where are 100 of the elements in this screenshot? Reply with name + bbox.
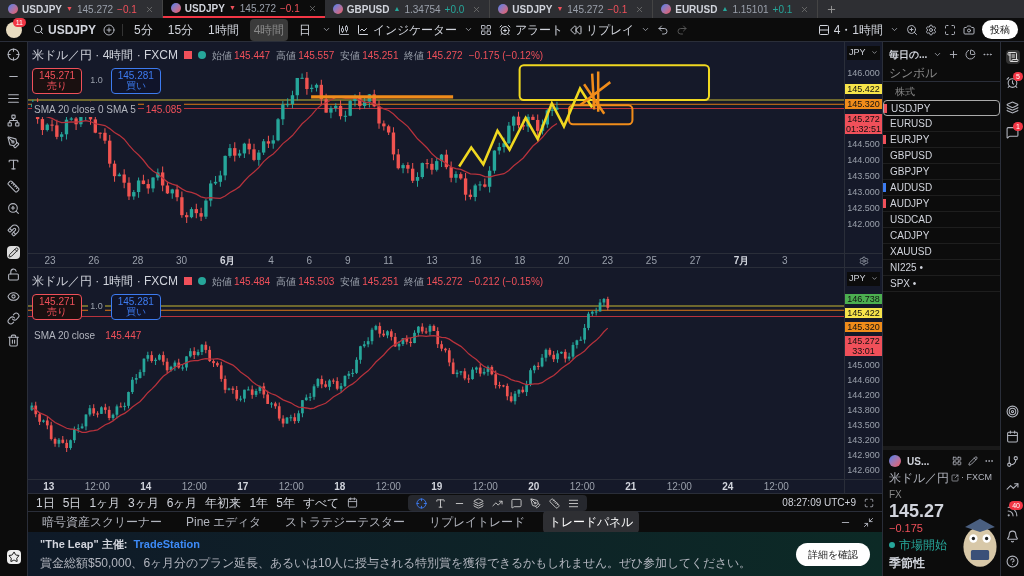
tab-price: 145.272 bbox=[239, 1, 276, 16]
post-button[interactable]: 投稿 bbox=[982, 20, 1018, 39]
section-header[interactable]: 株式 bbox=[883, 82, 1000, 100]
panel-tab[interactable]: Pine エディタ bbox=[180, 511, 268, 533]
price-tag: 145.422 bbox=[845, 307, 882, 318]
indicator-label: SMA 20 close 0 SMA 5 bbox=[32, 102, 138, 117]
watchlist-row[interactable]: EURJPY bbox=[883, 132, 1000, 148]
symbol-name: US... bbox=[907, 454, 930, 469]
ohlc-label: 終値 bbox=[404, 274, 425, 289]
panel-tab[interactable]: ストラテジーテスター bbox=[279, 511, 412, 533]
details-button[interactable]: 詳細を確認 bbox=[796, 542, 870, 566]
buy-button[interactable]: 145.281 買い bbox=[110, 68, 161, 94]
tab-price: 1.34754 bbox=[404, 2, 441, 17]
layout-button[interactable]: 4・1時間 bbox=[817, 20, 883, 39]
price-tag: 145.272 33:01 bbox=[845, 335, 882, 356]
ohlc-value: 145.272 bbox=[426, 48, 463, 63]
ohlc-value: 145.557 bbox=[298, 48, 335, 63]
date-axis-label: 18 bbox=[334, 481, 346, 492]
date-axis-label: 27 bbox=[689, 255, 701, 266]
interval-button[interactable]: 1時間 bbox=[204, 18, 243, 41]
panel-tab[interactable]: トレードパネル bbox=[543, 511, 640, 533]
date-axis-label: 12:00 bbox=[375, 481, 401, 492]
interval-button[interactable]: 5分 bbox=[130, 18, 157, 41]
ohlc-value: 145.484 bbox=[234, 274, 271, 289]
watchlist-symbol: XAUUSD bbox=[890, 245, 932, 259]
date-axis-label: 13 bbox=[426, 255, 438, 266]
price-tag: 145.320 bbox=[845, 321, 882, 332]
watchlist-symbol: USDCAD bbox=[890, 213, 933, 227]
last-price: 145.27 bbox=[889, 501, 946, 520]
watchlist-row[interactable]: SPX • bbox=[883, 276, 1000, 292]
tab-symbol: USDJPY bbox=[22, 2, 62, 17]
watchlist-row[interactable]: GBPUSD bbox=[883, 148, 1000, 164]
instrument-name: 米ドル／円 bbox=[889, 469, 949, 487]
chart-title: 米ドル／円 · 4時間 · FXCM bbox=[32, 47, 178, 64]
panel-tab[interactable]: リプレイトレード bbox=[423, 511, 532, 533]
tab-change: −0.1 bbox=[279, 1, 300, 16]
date-axis-label: 14 bbox=[140, 481, 152, 492]
tab-symbol: USDJPY bbox=[512, 2, 553, 17]
interval-button[interactable]: 日 bbox=[295, 18, 316, 41]
range-button[interactable]: 6ヶ月 bbox=[166, 493, 198, 512]
price-axis-label: 144.200 bbox=[846, 389, 881, 401]
watchlist-row[interactable]: NI225 • bbox=[883, 260, 1000, 276]
column-header: シンボル bbox=[883, 66, 1000, 82]
currency-dropdown[interactable]: JPY bbox=[847, 46, 880, 60]
watchlist-row[interactable]: AUDJPY bbox=[883, 196, 1000, 212]
watchlist-row[interactable]: USDCAD bbox=[883, 212, 1000, 228]
sell-button[interactable]: 145.271 売り bbox=[32, 68, 83, 94]
date-axis-label: 6 bbox=[306, 255, 313, 266]
date-axis-label: 9 bbox=[344, 255, 351, 266]
tab-price: 145.272 bbox=[567, 2, 604, 17]
indicators-button[interactable]: インジケーター bbox=[357, 20, 458, 39]
date-axis-label: 21 bbox=[625, 481, 637, 492]
ohlc-value: 145.447 bbox=[234, 48, 271, 63]
range-button[interactable]: すべて bbox=[302, 493, 339, 512]
date-axis-label: 28 bbox=[132, 255, 144, 266]
range-button[interactable]: 1ヶ月 bbox=[89, 493, 121, 512]
watchlist-row[interactable]: CADJPY bbox=[883, 228, 1000, 244]
range-button[interactable]: 5年 bbox=[276, 493, 295, 512]
clock-text: 08:27:09 UTC+9 bbox=[782, 496, 856, 510]
watchlist-title[interactable]: 毎日の... bbox=[889, 46, 928, 62]
price-axis-label: 143.000 bbox=[846, 186, 881, 198]
price-axis-label: 143.200 bbox=[846, 434, 881, 446]
ohlc-label: 安値 bbox=[340, 274, 361, 289]
symbol-search[interactable]: USDJPY bbox=[33, 20, 97, 39]
watchlist-row[interactable]: AUDUSD bbox=[883, 180, 1000, 196]
watchlist-symbol: GBPJPY bbox=[890, 165, 930, 179]
interval-button[interactable]: 15分 bbox=[163, 18, 198, 41]
date-axis-label: 12:00 bbox=[569, 481, 595, 492]
date-axis-label: 7月 bbox=[733, 255, 750, 266]
price-tag: 145.320 bbox=[845, 98, 882, 109]
price-axis-label: 142.600 bbox=[846, 464, 881, 476]
watchlist-row[interactable]: XAUUSD bbox=[883, 244, 1000, 260]
date-axis-label: 12:00 bbox=[763, 481, 789, 492]
watchlist-row[interactable]: EURUSD bbox=[883, 116, 1000, 132]
range-button[interactable]: 年初来 bbox=[205, 493, 242, 512]
panel-tab[interactable]: 暗号資産スクリーナー bbox=[36, 511, 168, 533]
price-axis-label: 144.600 bbox=[846, 374, 881, 386]
price-axis-label: 144.000 bbox=[846, 154, 881, 166]
price-axis-label: 146.000 bbox=[846, 67, 881, 79]
range-button[interactable]: 1年 bbox=[249, 493, 269, 512]
replay-button[interactable]: リプレイ bbox=[570, 20, 635, 39]
tab-change: +0.1 bbox=[772, 2, 793, 17]
buy-button[interactable]: 145.281 買い bbox=[110, 294, 161, 320]
range-button[interactable]: 5日 bbox=[62, 493, 82, 512]
ohlc-value: 145.503 bbox=[298, 274, 335, 289]
date-axis-label: 3 bbox=[781, 255, 788, 266]
ohlc-value: 145.251 bbox=[362, 274, 399, 289]
price-axis-label: 142.900 bbox=[846, 449, 881, 461]
watchlist-row[interactable]: USDJPY bbox=[883, 100, 1000, 116]
range-button[interactable]: 1日 bbox=[36, 493, 55, 512]
ohlc-label: 始値 bbox=[212, 48, 232, 63]
watchlist-row[interactable]: GBPJPY bbox=[883, 164, 1000, 180]
date-axis-label: 11 bbox=[383, 255, 394, 266]
ohlc-value: 145.272 bbox=[426, 274, 463, 289]
tab-price: 145.272 bbox=[76, 2, 114, 17]
range-button[interactable]: 3ヶ月 bbox=[128, 493, 159, 512]
price-axis-label: 144.500 bbox=[846, 138, 881, 150]
sell-button[interactable]: 145.271 売り bbox=[32, 294, 83, 320]
alert-button[interactable]: アラート bbox=[499, 20, 564, 39]
currency-dropdown[interactable]: JPY bbox=[847, 272, 880, 286]
